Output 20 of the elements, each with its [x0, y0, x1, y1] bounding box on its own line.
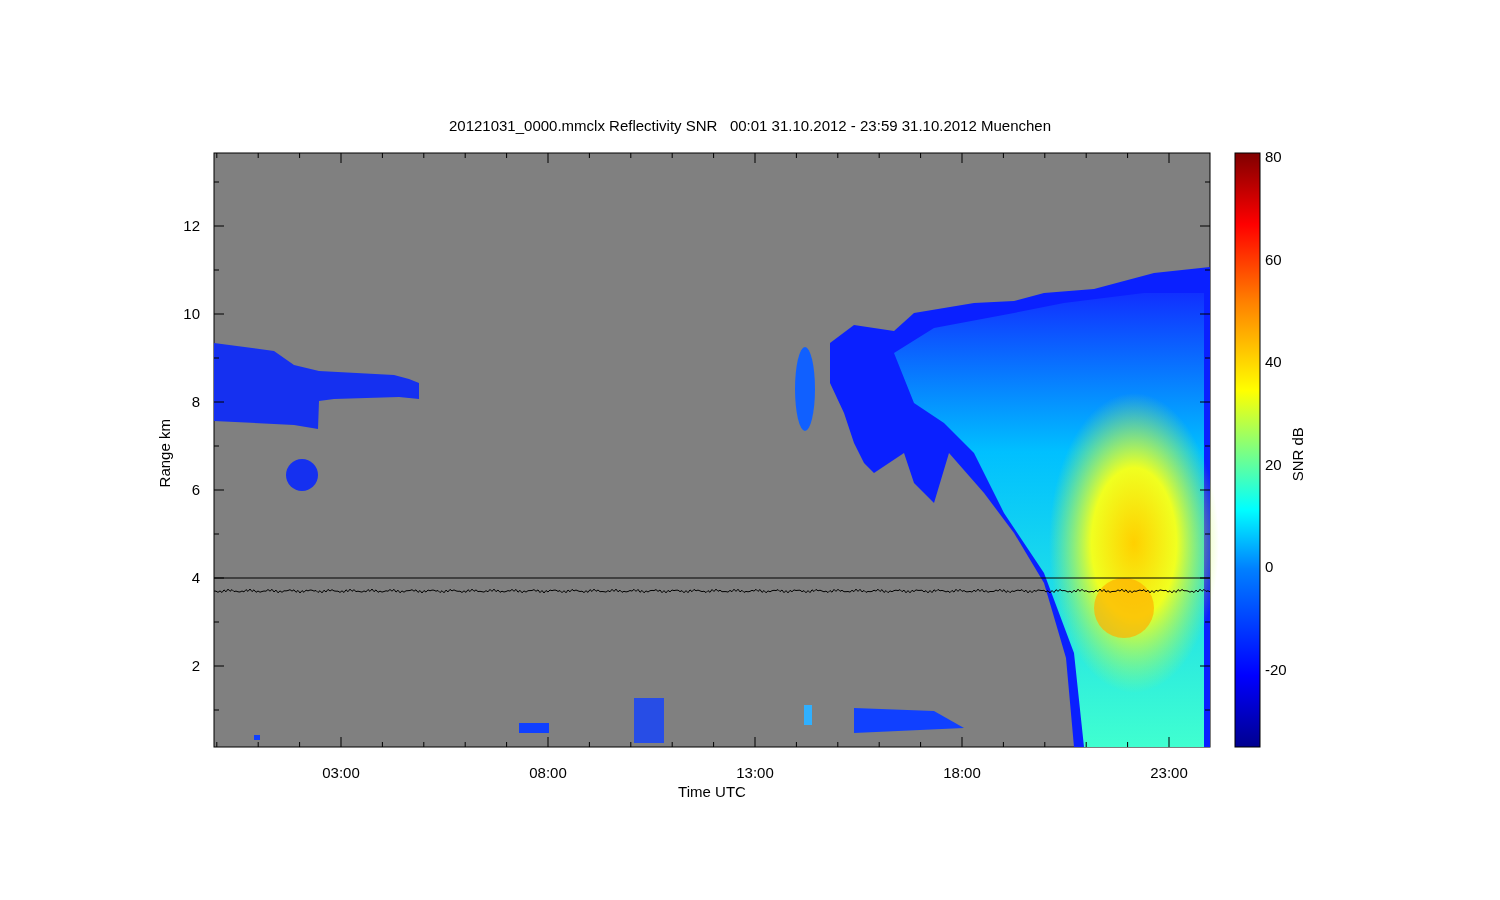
colorbar-tick-label: -20 — [1265, 662, 1287, 677]
y-tick-label: 12 — [182, 218, 200, 233]
colorbar-tick-label: 80 — [1265, 149, 1282, 164]
x-tick-label: 23:00 — [1149, 765, 1189, 780]
y-tick-label: 2 — [190, 658, 200, 673]
x-tick-label: 18:00 — [942, 765, 982, 780]
colorbar-tick-label: 60 — [1265, 251, 1282, 267]
x-tick-label: 03:00 — [321, 765, 361, 780]
y-tick-label: 8 — [190, 394, 200, 409]
colorbar-tick-label: 40 — [1265, 354, 1282, 370]
x-axis-label: Time UTC — [677, 782, 747, 802]
x-tick-label: 08:00 — [528, 765, 568, 780]
y-axis-label: Range km — [154, 418, 174, 490]
colorbar-tick-label: 20 — [1265, 456, 1282, 472]
y-tick-label: 10 — [182, 306, 200, 321]
colorbar-tick-label: 0 — [1265, 559, 1274, 575]
y-tick-label: 4 — [190, 570, 200, 585]
x-tick-label: 13:00 — [735, 765, 775, 780]
chart-title: 20121031_0000.mmclx Reflectivity SNR 00:01 31.10.2012 - 23:59 31.10.2012 Muenchen — [448, 117, 1052, 134]
colorbar-label: SNR dB — [1287, 426, 1307, 484]
